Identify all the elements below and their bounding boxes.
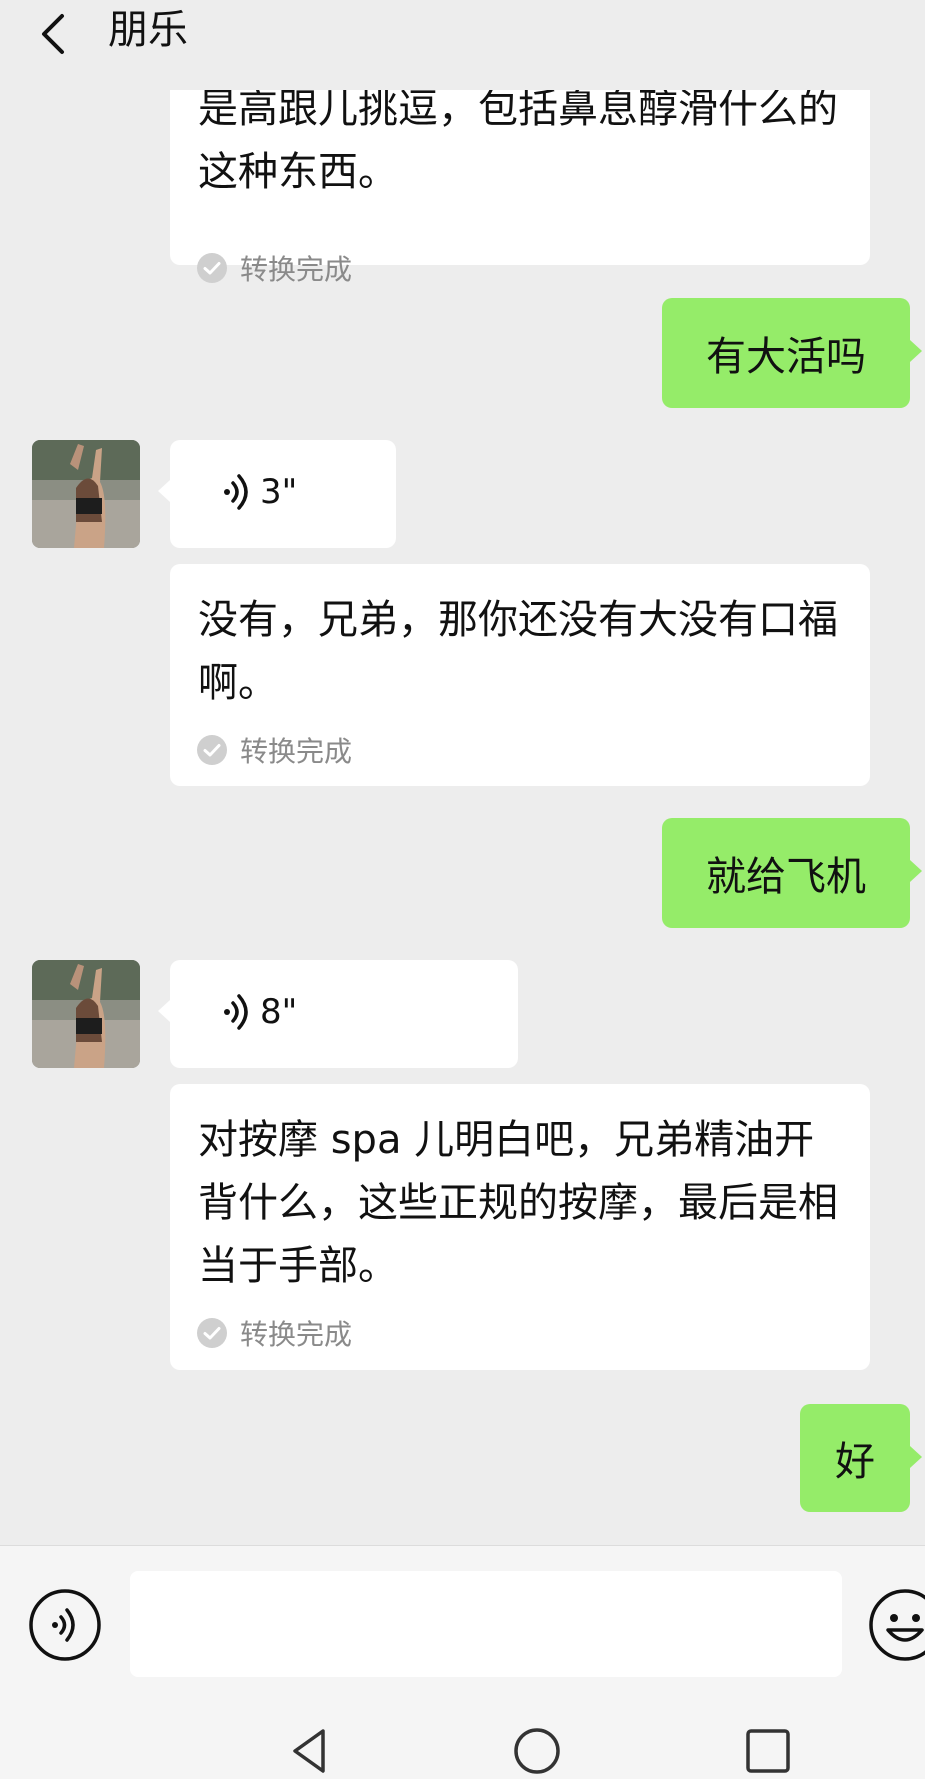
chat-area[interactable]: 是高跟儿挑逗，包括鼻息醇滑什么的这种东西。 转换完成 有大活吗 3" 没有，兄弟… xyxy=(0,0,925,1545)
voice-message-content: 8" xyxy=(220,992,297,1032)
voice-wave-icon xyxy=(224,994,248,1030)
triangle-back-icon[interactable] xyxy=(285,1726,335,1776)
avatar[interactable] xyxy=(32,960,140,1068)
outgoing-message-text: 好 xyxy=(835,1439,875,1485)
chevron-left-icon[interactable] xyxy=(30,8,80,58)
voice-message-content: 3" xyxy=(220,472,297,512)
outgoing-message[interactable]: 有大活吗 xyxy=(662,298,922,408)
bubble-tail xyxy=(910,1446,922,1468)
voice-wave-icon xyxy=(224,474,248,510)
check-circle-icon xyxy=(197,1318,227,1348)
square-recent-icon[interactable] xyxy=(743,1726,793,1776)
page-title: 朋乐 xyxy=(108,7,188,53)
bubble-tail xyxy=(158,1000,170,1022)
message-input[interactable] xyxy=(130,1571,842,1677)
circle-home-icon[interactable] xyxy=(512,1726,562,1776)
system-nav-bar xyxy=(0,1690,925,1779)
voice-duration: 8" xyxy=(260,992,298,1032)
transcript-status-label: 转换完成 xyxy=(240,735,353,768)
transcript-status-label: 转换完成 xyxy=(240,1318,353,1351)
bubble-tail xyxy=(910,340,922,362)
transcript-status-label: 转换完成 xyxy=(240,253,353,286)
transcript-status: 转换完成 xyxy=(196,1313,352,1353)
outgoing-message-text: 就给飞机 xyxy=(706,854,866,900)
outgoing-message[interactable]: 好 xyxy=(800,1404,922,1512)
transcript-bubble[interactable]: 对按摩 spa 儿明白吧，兄弟精油开背什么，这些正规的按摩，最后是相当于手部。 … xyxy=(170,1084,870,1370)
voice-input-icon[interactable] xyxy=(28,1588,102,1662)
transcript-status: 转换完成 xyxy=(196,730,352,770)
avatar[interactable] xyxy=(32,440,140,548)
check-circle-icon xyxy=(197,253,227,283)
check-circle-icon xyxy=(197,735,227,765)
bubble-tail xyxy=(158,480,170,502)
voice-message[interactable]: 3" xyxy=(158,440,396,548)
chat-header: 朋乐 xyxy=(0,0,925,90)
transcript-status: 转换完成 xyxy=(196,248,352,288)
outgoing-message-text: 有大活吗 xyxy=(706,334,866,380)
avatar-image xyxy=(32,440,140,548)
outgoing-message[interactable]: 就给飞机 xyxy=(662,818,922,928)
transcript-text: 没有，兄弟，那你还没有大没有口福啊。 xyxy=(198,597,838,706)
transcript-text: 对按摩 spa 儿明白吧，兄弟精油开背什么，这些正规的按摩，最后是相当于手部。 xyxy=(198,1117,838,1289)
emoji-icon[interactable] xyxy=(868,1588,925,1662)
voice-duration: 3" xyxy=(260,472,298,512)
avatar-image xyxy=(32,960,140,1068)
transcript-bubble[interactable]: 没有，兄弟，那你还没有大没有口福啊。 转换完成 xyxy=(170,564,870,786)
voice-message[interactable]: 8" xyxy=(158,960,518,1068)
input-bar xyxy=(0,1545,925,1690)
transcript-text: 是高跟儿挑逗，包括鼻息醇滑什么的这种东西。 xyxy=(198,86,838,195)
bubble-tail xyxy=(910,860,922,882)
